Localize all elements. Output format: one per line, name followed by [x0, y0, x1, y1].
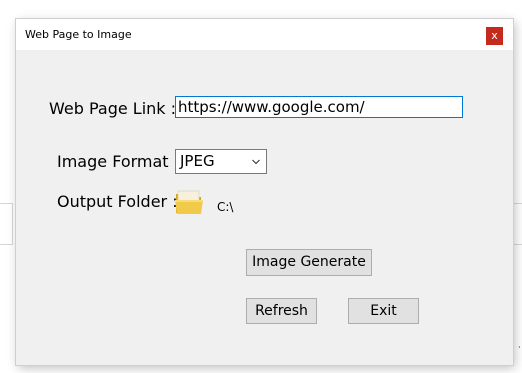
title-bar[interactable]: Web Page to Image x — [16, 19, 513, 50]
web-page-link-label: Web Page Link : — [49, 99, 177, 118]
close-icon: x — [491, 29, 498, 42]
folder-icon[interactable] — [174, 189, 204, 215]
image-format-label: Image Format : — [57, 152, 180, 171]
window-title: Web Page to Image — [25, 28, 132, 41]
dialog-window: Web Page to Image x Web Page Link : Imag… — [16, 19, 513, 365]
background-text-fragment: ˙ — [518, 344, 522, 358]
image-format-value: JPEG — [180, 152, 215, 170]
image-format-select[interactable]: JPEG — [175, 149, 267, 174]
background-panel-left — [0, 203, 13, 245]
close-button[interactable]: x — [486, 27, 503, 45]
web-page-link-input[interactable] — [175, 96, 463, 118]
output-folder-label: Output Folder : — [57, 192, 178, 211]
image-generate-button[interactable]: Image Generate — [246, 249, 372, 276]
chevron-down-icon — [252, 159, 260, 165]
output-folder-path: C:\ — [217, 200, 234, 214]
exit-button[interactable]: Exit — [348, 298, 419, 324]
refresh-button[interactable]: Refresh — [246, 298, 317, 324]
background-panel-right — [513, 203, 522, 245]
